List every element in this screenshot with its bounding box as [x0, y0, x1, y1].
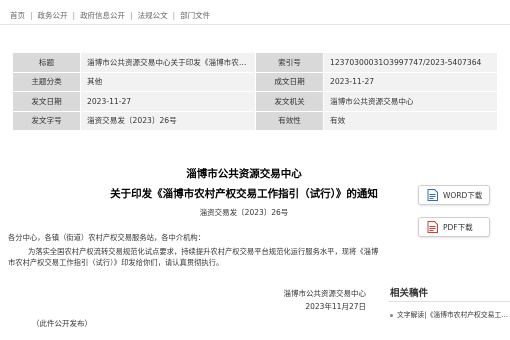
document-meta-table: 标题 淄博市公共资源交易中心关于印发《淄博市农村产权交易工作指引（试行）》的通知…	[12, 52, 498, 131]
document-title-issuer: 淄博市公共资源交易中心	[186, 168, 302, 180]
related-docs-heading: 相关稿件	[390, 288, 429, 299]
meta-value-issuer: 淄博市公共资源交易中心	[323, 91, 498, 112]
document-body-paragraph: 为落实全国农村产权流转交易规范化试点要求，持续提升农村产权交易平台规范化运行服务…	[8, 247, 379, 267]
meta-value-title: 淄博市公共资源交易中心关于印发《淄博市农村产权交易工作指引（试行）》的通知	[80, 52, 256, 73]
breadcrumb-separator: |	[72, 10, 76, 20]
breadcrumb-separator: |	[172, 10, 176, 20]
signature-organization: 淄博市公共资源交易中心	[283, 289, 367, 298]
meta-value-category: 其他	[80, 71, 256, 92]
pdf-file-icon	[427, 221, 438, 233]
table-row: 发文字号 淄资交易发〔2023〕26号 有效性 有效	[12, 110, 498, 131]
word-download-label: WORD下载	[443, 190, 483, 200]
meta-value-validity: 有效	[323, 110, 498, 131]
breadcrumb-regulations[interactable]: 法规公文	[138, 10, 168, 21]
breadcrumb-separator: |	[30, 10, 33, 20]
meta-value-written-date: 2023-11-27	[323, 71, 498, 92]
meta-label-doc-number: 发文字号	[12, 110, 81, 131]
meta-value-issue-date: 2023-11-27	[80, 91, 256, 112]
meta-label-validity: 有效性	[255, 110, 324, 131]
breadcrumb-gov-info[interactable]: 政府信息公开	[80, 10, 125, 21]
pdf-download-label: PDF下载	[443, 222, 473, 232]
meta-value-doc-number: 淄资交易发〔2023〕26号	[80, 110, 256, 131]
meta-label-issuer: 发文机关	[255, 91, 324, 112]
document-title: 关于印发《淄博市农村产权交易工作指引（试行）》的通知	[110, 188, 378, 200]
table-row: 主题分类 其他 成文日期 2023-11-27	[12, 71, 498, 92]
bullet-icon	[390, 313, 393, 317]
breadcrumb-gov-affairs[interactable]: 政务公开	[38, 10, 68, 21]
pdf-download-button[interactable]: PDF下载	[418, 217, 490, 237]
breadcrumb-separator: |	[130, 10, 133, 20]
meta-label-index: 索引号	[255, 52, 324, 73]
breadcrumb-home[interactable]: 首页	[10, 10, 25, 21]
table-row: 发文日期 2023-11-27 发文机关 淄博市公共资源交易中心	[12, 91, 498, 112]
table-row: 标题 淄博市公共资源交易中心关于印发《淄博市农村产权交易工作指引（试行）》的通知…	[12, 52, 498, 73]
related-docs-divider	[388, 301, 510, 302]
header-divider	[0, 24, 510, 25]
word-download-button[interactable]: WORD下载	[418, 185, 490, 205]
meta-label-category: 主题分类	[12, 71, 81, 92]
word-file-icon	[427, 189, 438, 201]
signature-date: 2023年11月27日	[305, 302, 366, 311]
meta-value-index: 12370300031O3997747/2023-5407364	[323, 52, 498, 73]
meta-label-issue-date: 发文日期	[12, 91, 81, 112]
related-doc-link[interactable]: 文字解读|《淄博市农村产权交易工作指引（试行）》	[390, 309, 510, 319]
document-greeting: 各分中心，各镇（街道）农村产权交易服务站，各中介机构：	[8, 233, 206, 242]
document-number: 淄资交易发〔2023〕26号	[199, 208, 289, 217]
publish-note: （此件公开发布）	[32, 319, 92, 328]
meta-label-written-date: 成文日期	[255, 71, 324, 92]
breadcrumb: 首页 | 政务公开 | 政府信息公开 | 法规公文 | 部门文件	[10, 8, 210, 22]
meta-label-title: 标题	[12, 52, 81, 73]
related-doc-link-label: 文字解读|《淄博市农村产权交易工作指引（试行）》	[397, 311, 510, 319]
breadcrumb-dept-docs[interactable]: 部门文件	[180, 10, 210, 21]
